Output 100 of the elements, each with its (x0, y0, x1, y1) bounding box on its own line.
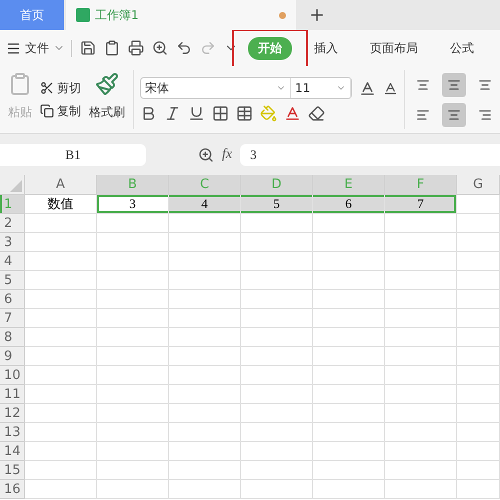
empty-cell[interactable] (457, 385, 500, 404)
empty-cell[interactable] (169, 233, 241, 252)
increase-font-icon[interactable] (359, 80, 376, 96)
empty-cell[interactable] (97, 233, 169, 252)
empty-cell[interactable] (313, 214, 385, 233)
cell-style-icon[interactable] (236, 105, 253, 122)
empty-cell[interactable] (385, 404, 457, 423)
table-cell[interactable]: 7 (385, 195, 457, 214)
fill-color-icon[interactable] (260, 105, 277, 122)
empty-cell[interactable] (97, 328, 169, 347)
empty-cell[interactable] (97, 347, 169, 366)
empty-cell[interactable] (241, 290, 313, 309)
empty-cell[interactable] (457, 347, 500, 366)
empty-cell[interactable] (169, 404, 241, 423)
save-icon[interactable] (80, 40, 96, 56)
row-header[interactable]: 5 (0, 271, 25, 290)
row-header[interactable]: 14 (0, 442, 25, 461)
table-cell[interactable]: 数值 (25, 195, 97, 214)
empty-cell[interactable] (313, 290, 385, 309)
empty-cell[interactable] (457, 214, 500, 233)
empty-cell[interactable] (241, 233, 313, 252)
empty-cell[interactable] (241, 271, 313, 290)
empty-cell[interactable] (313, 423, 385, 442)
column-header[interactable]: G (457, 175, 500, 195)
empty-cell[interactable] (457, 309, 500, 328)
empty-cell[interactable] (97, 214, 169, 233)
row-header[interactable]: 6 (0, 290, 25, 309)
ribbon-tab[interactable]: 页面布局 (360, 36, 428, 60)
font-color-icon[interactable] (284, 105, 301, 122)
empty-cell[interactable] (241, 404, 313, 423)
italic-icon[interactable] (164, 105, 181, 122)
empty-cell[interactable] (457, 461, 500, 480)
redo-icon[interactable] (200, 40, 216, 56)
row-header[interactable]: 13 (0, 423, 25, 442)
empty-cell[interactable] (169, 423, 241, 442)
empty-cell[interactable] (457, 328, 500, 347)
align-middle-icon[interactable] (442, 72, 466, 96)
empty-cell[interactable] (385, 385, 457, 404)
empty-cell[interactable] (169, 442, 241, 461)
copy-button[interactable]: 复制 (40, 102, 81, 120)
empty-cell[interactable] (313, 252, 385, 271)
table-cell[interactable]: 5 (241, 195, 313, 214)
empty-cell[interactable] (97, 480, 169, 499)
empty-cell[interactable] (385, 347, 457, 366)
row-header[interactable]: 7 (0, 309, 25, 328)
empty-cell[interactable] (385, 233, 457, 252)
document-tab[interactable]: 首页 (0, 0, 64, 30)
empty-cell[interactable] (313, 233, 385, 252)
column-header[interactable]: A (25, 175, 97, 195)
row-header[interactable]: 2 (0, 214, 25, 233)
empty-cell[interactable] (313, 328, 385, 347)
empty-cell[interactable] (385, 328, 457, 347)
empty-cell[interactable] (169, 385, 241, 404)
empty-cell[interactable] (385, 290, 457, 309)
empty-cell[interactable] (457, 404, 500, 423)
empty-cell[interactable] (97, 442, 169, 461)
row-header[interactable]: 4 (0, 252, 25, 271)
table-cell[interactable]: 6 (313, 195, 385, 214)
zoom-icon[interactable] (198, 146, 214, 162)
empty-cell[interactable] (241, 442, 313, 461)
empty-cell[interactable] (169, 366, 241, 385)
formula-field[interactable]: 3 (240, 144, 500, 166)
empty-cell[interactable] (169, 252, 241, 271)
empty-cell[interactable] (385, 423, 457, 442)
empty-cell[interactable] (241, 309, 313, 328)
row-header[interactable]: 9 (0, 347, 25, 366)
row-header[interactable]: 12 (0, 404, 25, 423)
empty-cell[interactable] (385, 461, 457, 480)
empty-cell[interactable] (313, 271, 385, 290)
empty-cell[interactable] (457, 423, 500, 442)
empty-cell[interactable] (457, 480, 500, 499)
empty-cell[interactable] (97, 366, 169, 385)
empty-cell[interactable] (241, 214, 313, 233)
undo-icon[interactable] (176, 40, 192, 56)
decrease-font-icon[interactable] (383, 80, 398, 96)
empty-cell[interactable] (169, 271, 241, 290)
empty-cell[interactable] (385, 309, 457, 328)
row-header[interactable]: 15 (0, 461, 25, 480)
empty-cell[interactable] (241, 423, 313, 442)
empty-cell[interactable] (457, 252, 500, 271)
empty-cell[interactable] (241, 252, 313, 271)
select-all-corner[interactable] (0, 175, 25, 195)
print-preview-icon[interactable] (152, 40, 168, 56)
empty-cell[interactable] (169, 309, 241, 328)
empty-cell[interactable] (97, 385, 169, 404)
eraser-icon[interactable] (308, 105, 325, 122)
empty-cell[interactable] (457, 442, 500, 461)
ribbon-tab[interactable]: 公式 (440, 36, 484, 60)
empty-cell[interactable] (97, 290, 169, 309)
print-icon[interactable] (128, 40, 144, 56)
file-menu[interactable]: 文件 (6, 40, 72, 56)
ribbon-tab[interactable]: 插入 (304, 36, 348, 60)
empty-cell[interactable] (313, 309, 385, 328)
empty-cell[interactable] (169, 328, 241, 347)
empty-cell[interactable] (385, 366, 457, 385)
table-cell[interactable]: 3 (97, 195, 169, 214)
empty-cell[interactable] (97, 309, 169, 328)
align-center-icon[interactable] (442, 102, 466, 126)
empty-cell[interactable] (169, 290, 241, 309)
empty-cell[interactable] (241, 385, 313, 404)
